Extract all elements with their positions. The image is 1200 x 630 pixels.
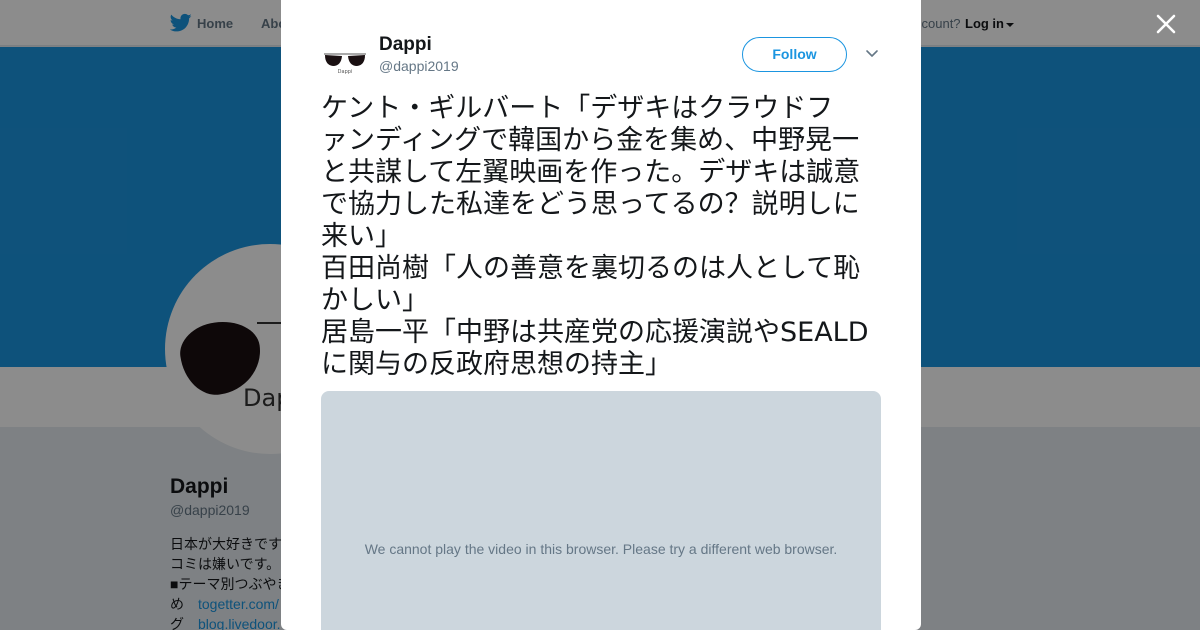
tweet-text: ケント・ギルバート「デザキはクラウドフ ァンディングで韓国から金を集め、中野晃一…: [321, 93, 883, 381]
tweet-line: 来い」: [321, 221, 402, 252]
close-icon[interactable]: [1155, 13, 1177, 35]
author-name[interactable]: Dappi: [379, 34, 432, 56]
video-unsupported-message: We cannot play the video in this browser…: [364, 541, 838, 557]
tweet-line: に関与の反政府思想の持主」: [321, 349, 672, 380]
tweet-line: ァンディングで韓国から金を集め、中野晃一: [321, 125, 860, 156]
tweet-line: 百田尚樹「人の善意を裏切るのは人として恥: [321, 253, 861, 284]
tweet-line: と共謀して左翼映画を作った。デザキは誠意: [321, 157, 861, 188]
tweet-line: かしい」: [321, 285, 429, 316]
follow-button[interactable]: Follow: [742, 37, 847, 72]
video-player[interactable]: We cannot play the video in this browser…: [321, 391, 881, 630]
svg-text:Dappi: Dappi: [338, 69, 353, 75]
author-handle[interactable]: @dappi2019: [379, 58, 459, 74]
tweet-line: ケント・ギルバート「デザキはクラウドフ: [321, 93, 834, 124]
sunglasses-avatar-icon: Dappi: [321, 36, 369, 84]
author-avatar[interactable]: Dappi: [321, 36, 369, 84]
tweet-line: で協力した私達をどう思ってるの？説明しに: [321, 189, 860, 220]
chevron-down-icon[interactable]: [865, 48, 879, 60]
tweet-line: 居島一平「中野は共産党の応援演説やSEALD: [321, 317, 869, 348]
tweet-modal: Dappi Dappi @dappi2019 Follow ケント・ギルバート「…: [281, 0, 921, 630]
